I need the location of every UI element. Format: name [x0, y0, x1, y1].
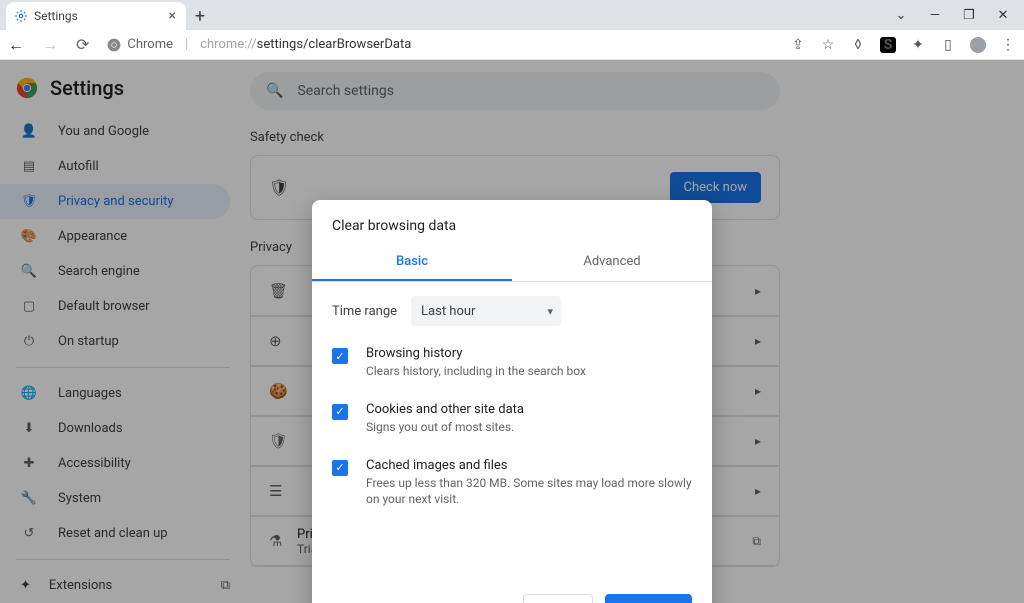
extension-a-icon[interactable]: ◊	[850, 37, 866, 53]
extensions-puzzle-icon[interactable]: ✦	[910, 37, 926, 53]
option-title: Cached images and files	[366, 458, 692, 473]
bookmark-icon[interactable]: ☆	[820, 37, 836, 53]
checkbox-cache[interactable]: ✓ Cached images and files Frees up less …	[312, 452, 712, 525]
chevron-down-icon[interactable]: ⌄	[894, 8, 908, 23]
window-controls: ⌄ — ❐ ✕	[894, 0, 1024, 30]
new-tab-button[interactable]: +	[186, 2, 214, 30]
clear-data-button[interactable]: Clear data	[605, 594, 692, 603]
divider: |	[185, 37, 188, 52]
cancel-button[interactable]: Cancel	[523, 594, 593, 603]
option-subtitle: Signs you out of most sites.	[366, 419, 524, 436]
dialog-title: Clear browsing data	[312, 200, 712, 244]
option-title: Cookies and other site data	[366, 402, 524, 417]
back-icon[interactable]: ←	[8, 35, 24, 55]
tab-basic[interactable]: Basic	[312, 244, 512, 281]
nav-buttons: ← → ⟳	[8, 35, 89, 55]
option-subtitle: Frees up less than 320 MB. Some sites ma…	[366, 475, 692, 509]
menu-kebab-icon[interactable]: ⋮	[1000, 37, 1016, 53]
minimize-icon[interactable]: —	[928, 8, 942, 23]
chrome-icon	[107, 38, 121, 52]
checkbox-icon[interactable]: ✓	[332, 348, 348, 364]
tab-title: Settings	[34, 9, 163, 23]
gear-icon	[14, 9, 28, 23]
checkbox-icon[interactable]: ✓	[332, 404, 348, 420]
extension-s-icon[interactable]: S	[880, 37, 896, 53]
browser-tab[interactable]: Settings ×	[6, 2, 186, 30]
titlebar: Settings × + ⌄ — ❐ ✕	[0, 0, 1024, 30]
share-icon[interactable]: ⇪	[790, 37, 806, 53]
option-subtitle: Clears history, including in the search …	[366, 363, 586, 380]
time-range-select[interactable]: Last hour	[411, 296, 561, 326]
checkbox-cookies[interactable]: ✓ Cookies and other site data Signs you …	[312, 396, 712, 452]
option-title: Browsing history	[366, 346, 586, 361]
forward-icon: →	[42, 35, 58, 55]
page: Settings 👤You and Google ▤Autofill 🛡Priv…	[0, 60, 1024, 603]
maximize-icon[interactable]: ❐	[962, 8, 976, 23]
omnibox[interactable]: Chrome | chrome://settings/clearBrowserD…	[99, 37, 780, 52]
origin-label: Chrome	[127, 37, 173, 52]
origin-chip: Chrome	[107, 37, 173, 52]
time-range-label: Time range	[332, 304, 397, 319]
checkbox-browsing-history[interactable]: ✓ Browsing history Clears history, inclu…	[312, 340, 712, 396]
checkbox-icon[interactable]: ✓	[332, 460, 348, 476]
reload-icon[interactable]: ⟳	[76, 35, 89, 54]
toolbar-actions: ⇪ ☆ ◊ S ✦ ▯ ⋮	[790, 37, 1016, 53]
side-panel-icon[interactable]: ▯	[940, 37, 956, 53]
clear-browsing-data-dialog: Clear browsing data Basic Advanced Time …	[312, 200, 712, 603]
close-icon[interactable]: ×	[169, 8, 176, 24]
time-range-value: Last hour	[421, 304, 475, 319]
tab-advanced[interactable]: Advanced	[512, 244, 712, 281]
url: chrome://settings/clearBrowserData	[200, 37, 411, 52]
close-window-icon[interactable]: ✕	[996, 8, 1010, 23]
profile-avatar[interactable]	[970, 37, 986, 53]
address-bar: ← → ⟳ Chrome | chrome://settings/clearBr…	[0, 30, 1024, 60]
